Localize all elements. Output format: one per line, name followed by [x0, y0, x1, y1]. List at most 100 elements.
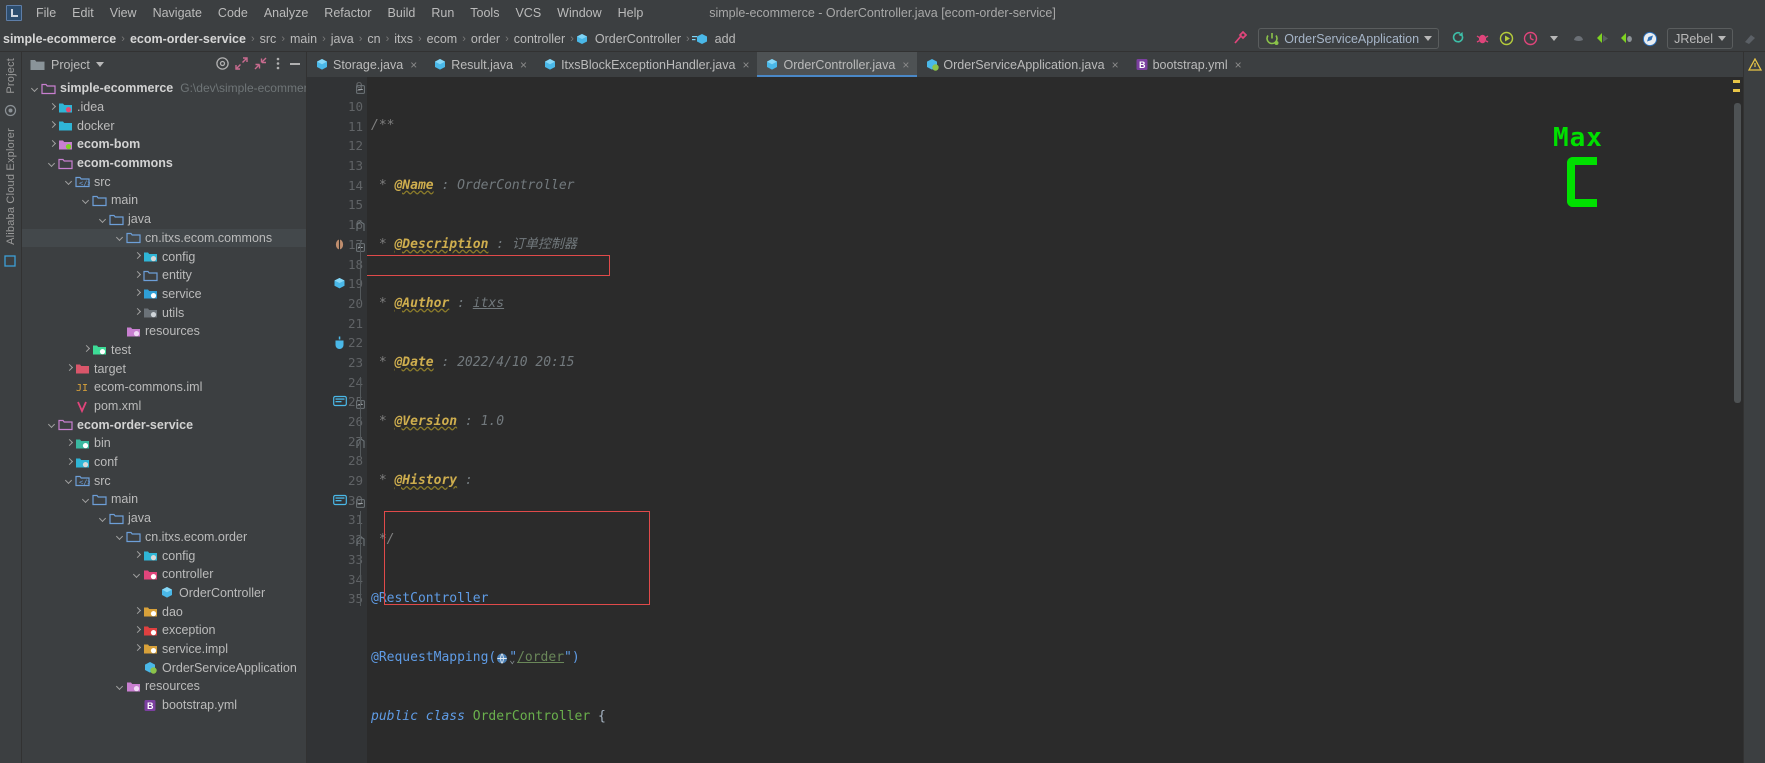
breadcrumb-item-ecom[interactable]: ecom	[424, 30, 461, 48]
tree-item-simple-ecommerce[interactable]: simple-ecommerce G:\dev\simple-ecommerce	[22, 79, 306, 98]
tree-item-resources[interactable]: resources	[22, 677, 306, 696]
tree-item-cn-itxs-ecom-order[interactable]: cn.itxs.ecom.order	[22, 528, 306, 547]
code-content[interactable]: /** * @Name : OrderController * @Descrip…	[367, 77, 1543, 763]
close-icon[interactable]: ×	[1235, 58, 1242, 72]
breadcrumb-item-module[interactable]: ecom-order-service	[127, 30, 249, 48]
tree-item-cn-itxs-ecom-commons[interactable]: cn.itxs.ecom.commons	[22, 228, 306, 248]
mapping-icon[interactable]	[333, 494, 347, 508]
gutter-line-10[interactable]: 10	[307, 97, 367, 117]
tree-item-pom-xml[interactable]: pom.xml	[22, 397, 306, 416]
tree-item-src[interactable]: </> src	[22, 172, 306, 191]
chevron-down-icon[interactable]	[47, 158, 58, 169]
chevron-down-icon[interactable]	[47, 419, 58, 430]
gutter-line-35[interactable]: 35	[307, 589, 367, 609]
tool-window-alibaba-cloud-explorer[interactable]: Alibaba Cloud Explorer	[5, 128, 17, 245]
chevron-down-icon[interactable]	[98, 214, 109, 225]
tree-item-utils[interactable]: utils	[22, 303, 306, 322]
tree-item-target[interactable]: target	[22, 359, 306, 378]
tree-item-orderserviceapplication[interactable]: OrderServiceApplication	[22, 658, 306, 677]
profiler-dropdown-icon[interactable]	[1543, 29, 1565, 49]
project-tree[interactable]: simple-ecommerce G:\dev\simple-ecommerce.…	[22, 77, 306, 763]
notifications-icon[interactable]	[1747, 57, 1762, 75]
chevron-right-icon[interactable]	[64, 457, 75, 468]
editor-scrollbar[interactable]	[1731, 77, 1743, 763]
chevron-down-icon[interactable]	[132, 569, 143, 580]
tree-item-ecom-bom[interactable]: ecom-bom	[22, 135, 306, 154]
warning-marker[interactable]	[1733, 89, 1740, 92]
breadcrumb-item-java[interactable]: java	[328, 30, 357, 48]
menu-view[interactable]: View	[102, 2, 145, 24]
jrebel-debug-icon[interactable]	[1615, 29, 1637, 49]
more-options-icon[interactable]	[272, 56, 284, 74]
gutter-line-29[interactable]: 29	[307, 471, 367, 491]
menu-vcs[interactable]: VCS	[507, 2, 549, 24]
gutter-line-15[interactable]: 15	[307, 195, 367, 215]
chevron-down-icon[interactable]	[98, 513, 109, 524]
menu-code[interactable]: Code	[210, 2, 256, 24]
breadcrumb-item-project[interactable]: simple-ecommerce	[0, 30, 119, 48]
gutter-line-31[interactable]: 31	[307, 510, 367, 530]
gutter-line-28[interactable]: 28	[307, 451, 367, 471]
chevron-right-icon[interactable]	[47, 102, 58, 113]
tree-item-test[interactable]: test	[22, 341, 306, 360]
editor-gutter[interactable]: 9 10 11 12 13 14 15 16 17 18 19 20 21 22 23 24 25 26 27 28 2…	[307, 77, 367, 763]
tree-item-ecom-commons-iml[interactable]: JI ecom-commons.iml	[22, 378, 306, 397]
rerun-icon[interactable]	[1447, 29, 1469, 49]
chevron-down-icon[interactable]	[115, 531, 126, 542]
editor-tab-itxsblockexceptionhandler-java[interactable]: ItxsBlockExceptionHandler.java ×	[535, 52, 757, 77]
close-icon[interactable]: ×	[1112, 58, 1119, 72]
tree-item-config[interactable]: config	[22, 546, 306, 565]
tree-item-controller[interactable]: controller	[22, 565, 306, 584]
tree-item-config[interactable]: config	[22, 247, 306, 266]
debug-icon[interactable]	[1471, 29, 1493, 49]
tree-item-java[interactable]: java	[22, 210, 306, 229]
chevron-down-icon[interactable]	[64, 475, 75, 486]
breadcrumb-item-class[interactable]: OrderController	[576, 30, 684, 48]
tree-item-service[interactable]: service	[22, 285, 306, 304]
tree-item-entity[interactable]: entity	[22, 266, 306, 285]
chevron-right-icon[interactable]	[132, 251, 143, 262]
chevron-down-icon[interactable]	[115, 232, 126, 243]
gutter-line-20[interactable]: 20	[307, 294, 367, 314]
menu-file[interactable]: File	[28, 2, 64, 24]
close-icon[interactable]: ×	[520, 58, 527, 72]
tree-item-main[interactable]: main	[22, 490, 306, 509]
structure-icon[interactable]	[4, 104, 18, 118]
tree-item-bin[interactable]: bin	[22, 434, 306, 453]
search-everywhere-icon[interactable]	[1639, 29, 1661, 49]
locate-icon[interactable]	[215, 56, 230, 74]
gutter-line-34[interactable]: 34	[307, 569, 367, 589]
gutter-line-13[interactable]: 13	[307, 156, 367, 176]
chevron-down-icon[interactable]	[115, 681, 126, 692]
chevron-down-icon[interactable]	[81, 494, 92, 505]
menu-window[interactable]: Window	[549, 2, 609, 24]
tree-item-conf[interactable]: conf	[22, 453, 306, 472]
breadcrumb-item-src[interactable]: src	[257, 30, 280, 48]
menu-build[interactable]: Build	[380, 2, 424, 24]
editor-tab-result-java[interactable]: Result.java ×	[425, 52, 535, 77]
chevron-right-icon[interactable]	[132, 550, 143, 561]
chevron-down-icon[interactable]	[81, 195, 92, 206]
cloud-icon[interactable]	[3, 254, 18, 269]
code-fold-fold-end[interactable]	[356, 220, 365, 231]
tree-item-exception[interactable]: exception	[22, 621, 306, 640]
chevron-right-icon[interactable]	[132, 307, 143, 318]
mapping-icon[interactable]	[333, 395, 347, 409]
menu-refactor[interactable]: Refactor	[316, 2, 379, 24]
menu-tools[interactable]: Tools	[462, 2, 507, 24]
chevron-down-icon[interactable]	[95, 62, 104, 67]
profiler-icon[interactable]	[1519, 29, 1541, 49]
chevron-right-icon[interactable]	[132, 625, 143, 636]
breadcrumb-item-main[interactable]: main	[287, 30, 320, 48]
editor-tabs[interactable]: Storage.java × Result.java × ItxsBlockExcept…	[307, 52, 1743, 77]
tree-item-src[interactable]: </> src	[22, 471, 306, 490]
scrollbar-thumb[interactable]	[1734, 103, 1741, 403]
chevron-right-icon[interactable]	[47, 120, 58, 131]
tree-item-docker[interactable]: docker	[22, 116, 306, 135]
gutter-line-21[interactable]: 21	[307, 313, 367, 333]
gutter-line-23[interactable]: 23	[307, 353, 367, 373]
expand-all-icon[interactable]	[234, 56, 249, 74]
class-icon[interactable]	[333, 277, 347, 291]
run-with-coverage-icon[interactable]	[1495, 29, 1517, 49]
menu-help[interactable]: Help	[610, 2, 652, 24]
